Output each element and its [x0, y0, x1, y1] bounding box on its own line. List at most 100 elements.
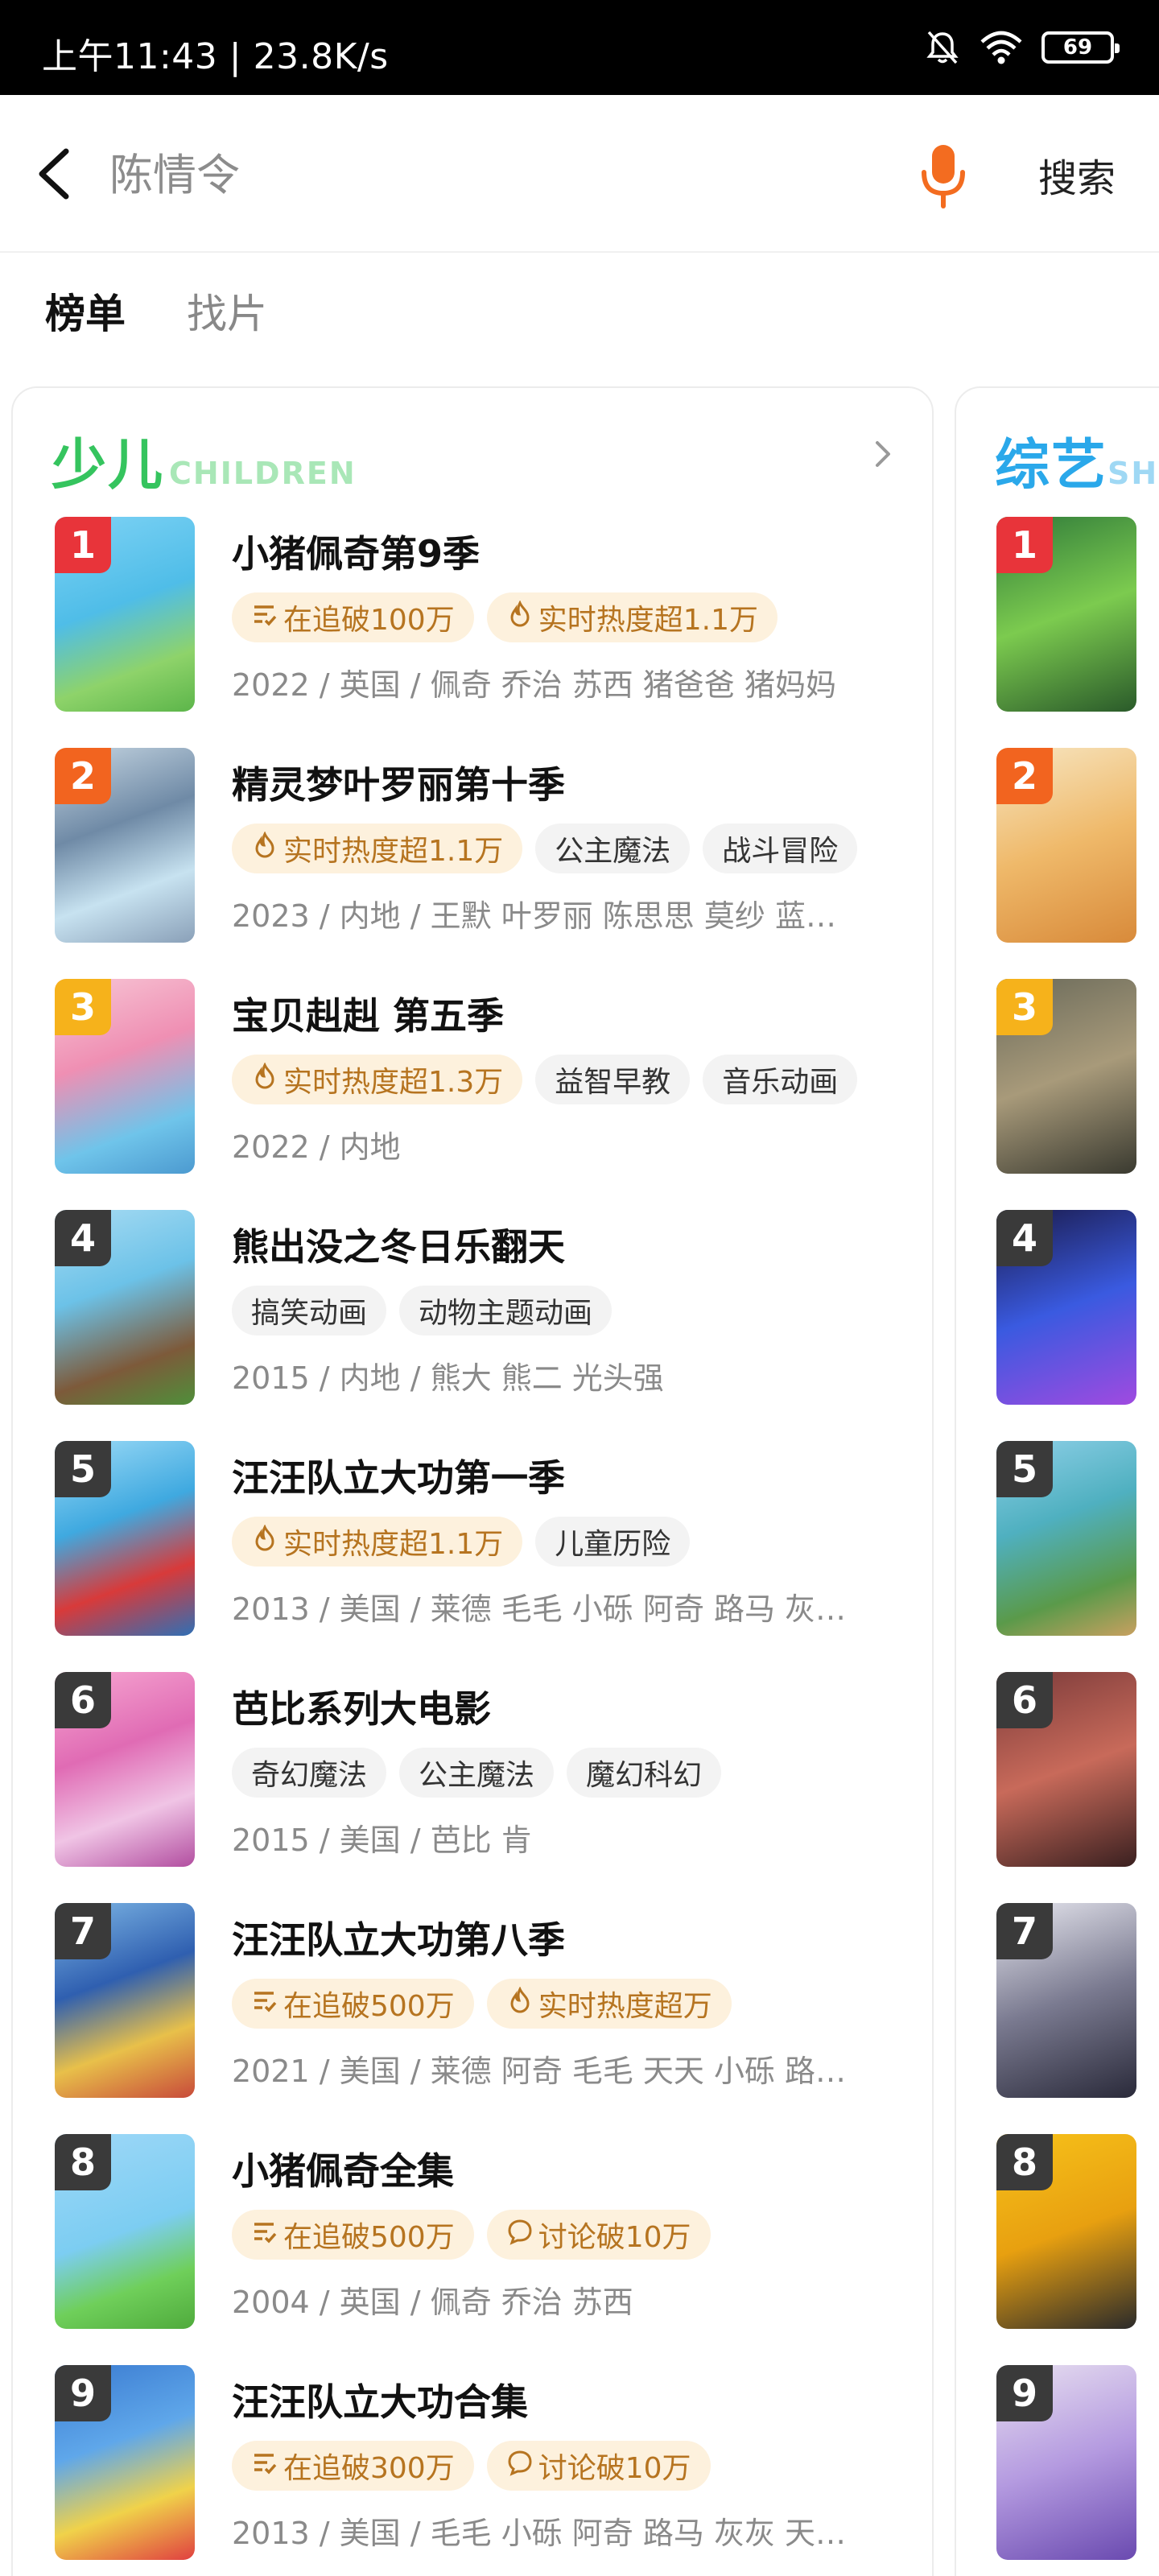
item-title[interactable]: 汪汪队立大功第一季	[232, 1449, 565, 1502]
ranking-item[interactable]: 8 小猪佩奇全集在追破500万 讨论破10万 2004 / 英国 / 佩奇 乔治 苏西	[55, 2134, 908, 2332]
stat-tag: 在追破300万	[232, 2441, 474, 2491]
tag-list: 在追破100万 实时热度超1.1万	[232, 592, 777, 642]
genre-tag: 战斗冒险	[703, 824, 858, 873]
item-title[interactable]: 汪汪队立大功第八季	[232, 1911, 565, 1964]
variety-poster[interactable]: 7	[996, 1903, 1136, 2098]
variety-poster[interactable]: 4	[996, 1210, 1136, 1405]
rank-badge: 1	[996, 517, 1053, 573]
tag-list: 在追破500万 讨论破10万	[232, 2210, 711, 2260]
ranking-item[interactable]: 5 汪汪队立大功第一季 实时热度超1.1万 儿童历险 2013 / 美国 / 莱德 毛毛…	[55, 1441, 908, 1639]
variety-poster[interactable]: 2	[996, 748, 1136, 943]
tag-label: 实时热度超1.1万	[538, 604, 758, 637]
tag-label: 在追破500万	[283, 2221, 455, 2254]
tag-label: 在追破500万	[283, 1990, 455, 2023]
search-button[interactable]: 搜索	[1038, 147, 1116, 203]
genre-tag: 音乐动画	[703, 1055, 858, 1104]
search-input[interactable]	[95, 149, 819, 200]
card-title: 少儿	[52, 434, 165, 497]
list-icon	[251, 2218, 278, 2252]
ranking-item[interactable]: 6 芭比系列大电影奇幻魔法 公主魔法 魔幻科幻 2015 / 美国 / 芭比 肯	[55, 1672, 908, 1870]
tag-list: 搞笑动画 动物主题动画	[232, 1286, 612, 1335]
poster-image[interactable]: 3	[55, 979, 195, 1174]
genre-tag: 搞笑动画	[232, 1286, 387, 1335]
rank-badge: 2	[996, 748, 1053, 804]
item-title[interactable]: 汪汪队立大功合集	[232, 2373, 528, 2426]
variety-poster[interactable]: 3	[996, 979, 1136, 1174]
back-arrow-icon[interactable]	[31, 145, 77, 203]
rank-badge: 6	[55, 1672, 111, 1728]
ranking-item[interactable]: 1 小猪佩奇第9季 在追破100万 实时热度超1.1万 2022 / 英国 / 佩奇 乔…	[55, 517, 908, 715]
item-meta: 2015 / 美国 / 芭比 肯	[232, 1823, 532, 1858]
stat-tag: 在追破100万	[232, 592, 474, 642]
tag-list: 奇幻魔法 公主魔法 魔幻科幻	[232, 1748, 722, 1798]
item-meta: 2013 / 美国 / 毛毛 小砾 阿奇 路马 灰灰 天…	[232, 2516, 847, 2551]
rank-badge: 9	[55, 2365, 111, 2421]
search-header: 搜索	[0, 95, 1159, 253]
item-title[interactable]: 熊出没之冬日乐翻天	[232, 1218, 565, 1271]
item-title[interactable]: 宝贝赳赳 第五季	[232, 987, 504, 1040]
genre-tag: 奇幻魔法	[232, 1748, 387, 1798]
tag-label: 讨论破10万	[538, 2221, 691, 2254]
stat-tag: 在追破500万	[232, 2210, 474, 2260]
item-title[interactable]: 精灵梦叶罗丽第十季	[232, 756, 565, 809]
ranking-item[interactable]: 3 宝贝赳赳 第五季 实时热度超1.3万 益智早教 音乐动画 2022 / 内地	[55, 979, 908, 1177]
tag-label: 在追破300万	[283, 2452, 455, 2485]
variety-poster[interactable]: 9	[996, 2365, 1136, 2560]
stat-tag: 实时热度超1.3万	[232, 1055, 523, 1104]
chat-icon	[506, 2449, 534, 2483]
variety-poster[interactable]: 8	[996, 2134, 1136, 2329]
stat-tag: 实时热度超1.1万	[232, 1517, 523, 1567]
poster-image[interactable]: 9	[55, 2365, 195, 2560]
variety-ranking-card[interactable]: 综艺SH 1 2 3 4 5 6 7 8 9	[955, 386, 1159, 2576]
poster-image[interactable]: 7	[55, 1903, 195, 2098]
rank-badge: 7	[996, 1903, 1053, 1959]
variety-poster[interactable]: 6	[996, 1672, 1136, 1867]
poster-image[interactable]: 4	[55, 1210, 195, 1405]
status-bar: 上午11:43 | 23.8K/s 69	[0, 0, 1159, 95]
tab-ranking[interactable]: 榜单	[45, 282, 126, 340]
item-title[interactable]: 小猪佩奇第9季	[232, 525, 480, 578]
rank-badge: 7	[55, 1903, 111, 1959]
flame-icon	[506, 600, 534, 634]
tag-label: 公主魔法	[555, 835, 671, 868]
mute-bell-icon	[926, 31, 959, 64]
children-ranking-card[interactable]: 少儿 CHILDREN 1 小猪佩奇第9季 在追破100万 实时热度超1.1万 2022…	[11, 386, 934, 2576]
variety-poster[interactable]: 5	[996, 1441, 1136, 1636]
poster-image[interactable]: 6	[55, 1672, 195, 1867]
item-title[interactable]: 小猪佩奇全集	[232, 2142, 454, 2195]
tab-find-video[interactable]: 找片	[187, 282, 267, 340]
poster-image[interactable]: 2	[55, 748, 195, 943]
ranking-item[interactable]: 4 熊出没之冬日乐翻天 搞笑动画 动物主题动画 2015 / 内地 / 熊大 熊二 光头…	[55, 1210, 908, 1408]
tag-label: 在追破100万	[283, 604, 455, 637]
item-title[interactable]: 芭比系列大电影	[232, 1680, 491, 1733]
list-icon	[251, 1987, 278, 2021]
chevron-right-icon[interactable]	[871, 438, 895, 470]
stat-tag: 实时热度超万	[486, 1979, 732, 2029]
item-meta: 2023 / 内地 / 王默 叶罗丽 陈思思 莫纱 蓝…	[232, 898, 836, 934]
card-subtitle: CHILDREN	[169, 456, 357, 491]
ranking-item[interactable]: 2 精灵梦叶罗丽第十季实时热度超1.1万 公主魔法 战斗冒险 2023 / 内地 / 王…	[55, 748, 908, 946]
stat-tag: 讨论破10万	[486, 2441, 711, 2491]
variety-subtitle: SH	[1107, 456, 1159, 491]
flame-icon	[251, 1062, 278, 1096]
tag-list: 在追破300万 讨论破10万	[232, 2441, 711, 2491]
ranking-item[interactable]: 9 汪汪队立大功合集在追破300万 讨论破10万 2013 / 美国 / 毛毛 小砾 …	[55, 2365, 908, 2563]
poster-image[interactable]: 5	[55, 1441, 195, 1636]
tab-bar: 榜单 找片	[45, 282, 267, 340]
tag-label: 益智早教	[555, 1066, 671, 1099]
variety-poster[interactable]: 1	[996, 517, 1136, 712]
flame-icon	[251, 831, 278, 865]
search-box[interactable]	[95, 130, 963, 219]
battery-icon: 69	[1041, 31, 1120, 64]
flame-icon	[506, 1986, 534, 2021]
flame-icon	[251, 1524, 278, 1558]
variety-card-title: 综艺SH	[995, 420, 1158, 500]
ranking-item[interactable]: 7 汪汪队立大功第八季 在追破500万 实时热度超万 2021 / 美国 / 莱德 阿奇…	[55, 1903, 908, 2101]
tag-label: 音乐动画	[722, 1066, 839, 1099]
microphone-icon[interactable]	[918, 142, 969, 209]
poster-image[interactable]: 1	[55, 517, 195, 712]
item-meta: 2004 / 英国 / 佩奇 乔治 苏西	[232, 2285, 633, 2320]
tag-label: 实时热度超1.1万	[283, 835, 504, 868]
poster-image[interactable]: 8	[55, 2134, 195, 2329]
item-meta: 2013 / 美国 / 莱德 毛毛 小砾 阿奇 路马 灰…	[232, 1591, 847, 1627]
